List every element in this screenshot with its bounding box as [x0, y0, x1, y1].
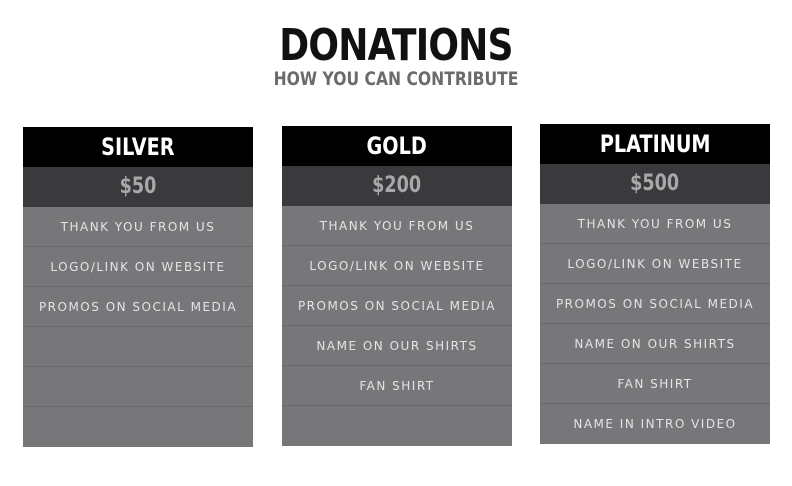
perk-item: PROMOS ON SOCIAL MEDIA [23, 287, 253, 327]
tier-card-silver: SILVER $50 THANK YOU FROM US LOGO/LINK O… [23, 127, 253, 447]
tier-price: $200 [282, 166, 512, 206]
perk-item: PROMOS ON SOCIAL MEDIA [282, 286, 512, 326]
perk-item: LOGO/LINK ON WEBSITE [540, 244, 770, 284]
perk-item: THANK YOU FROM US [23, 207, 253, 247]
tier-card-gold: GOLD $200 THANK YOU FROM US LOGO/LINK ON… [282, 126, 512, 446]
perk-item: THANK YOU FROM US [282, 206, 512, 246]
perk-item: PROMOS ON SOCIAL MEDIA [540, 284, 770, 324]
page-header: DONATIONS HOW YOU CAN CONTRIBUTE [0, 20, 792, 91]
tier-name: PLATINUM [540, 124, 770, 164]
perk-item: LOGO/LINK ON WEBSITE [282, 246, 512, 286]
page-title: DONATIONS [279, 20, 513, 71]
perk-item [23, 367, 253, 407]
perk-item [23, 327, 253, 367]
perk-item: NAME IN INTRO VIDEO [573, 417, 737, 431]
perk-item: FAN SHIRT [540, 364, 770, 404]
page-subtitle: HOW YOU CAN CONTRIBUTE [273, 68, 519, 90]
tier-name: SILVER [23, 127, 253, 167]
perk-item: NAME ON OUR SHIRTS [282, 326, 512, 366]
perk-item: LOGO/LINK ON WEBSITE [23, 247, 253, 287]
perk-item: THANK YOU FROM US [540, 204, 770, 244]
perk-item: NAME ON OUR SHIRTS [540, 324, 770, 364]
tier-price: $500 [540, 164, 770, 204]
perk-item [282, 406, 512, 446]
perk-item [23, 407, 253, 447]
tier-card-platinum: PLATINUM $500 THANK YOU FROM US LOGO/LIN… [540, 124, 770, 444]
tier-price: $50 [23, 167, 253, 207]
perk-item: FAN SHIRT [282, 366, 512, 406]
tier-name: GOLD [282, 126, 512, 166]
